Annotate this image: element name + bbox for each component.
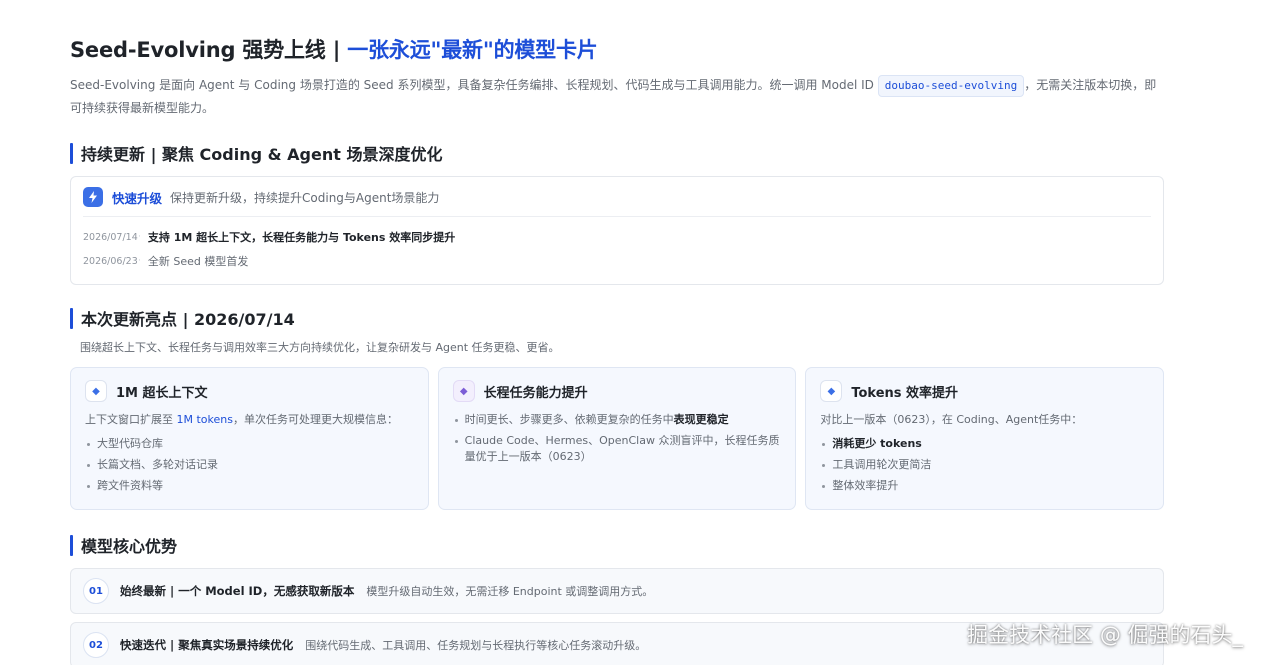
log-row: 2026/07/14 · 支持 1M 超长上下文，长程任务能力与 Tokens …: [83, 225, 1151, 249]
page-title: Seed-Evolving 强势上线 | 一张永远"最新"的模型卡片: [70, 34, 1164, 64]
list-item: 长篇文档、多轮对话记录: [85, 457, 414, 473]
highlights-heading: 本次更新亮点 | 2026/07/14: [70, 306, 1164, 330]
diamond-icon: ◆: [85, 380, 107, 402]
advantage-number: 01: [83, 578, 109, 604]
highlight-card-tokens: ◆ Tokens 效率提升 对比上一版本（0623），在 Coding、Agen…: [805, 367, 1165, 510]
update-card: 快速升级 保持更新升级，持续提升Coding与Agent场景能力 2026/07…: [70, 176, 1164, 285]
advantages-heading-text: 模型核心优势: [81, 537, 178, 556]
highlight-card-header: ◆ 1M 超长上下文: [85, 380, 414, 402]
highlights-grid: ◆ 1M 超长上下文 上下文窗口扩展至 1M tokens，单次任务可处理更大规…: [70, 367, 1165, 510]
page-content: Seed-Evolving 强势上线 | 一张永远"最新"的模型卡片 Seed-…: [70, 34, 1165, 665]
item-text: 时间更长、步骤更多、依赖更复杂的任务中: [464, 413, 674, 426]
highlight-card-list: 消耗更少 tokens 工具调用轮次更简洁 整体效率提升: [820, 436, 1149, 494]
updates-heading: 持续更新 | 聚焦 Coding & Agent 场景深度优化: [70, 141, 1164, 165]
lightning-bolt-icon: [83, 187, 103, 207]
advantage-desc: 模型升级自动生效，无需迁移 Endpoint 或调整调用方式。: [366, 585, 654, 598]
update-log: 2026/07/14 · 支持 1M 超长上下文，长程任务能力与 Tokens …: [83, 225, 1151, 273]
intro-paragraph: Seed-Evolving 是面向 Agent 与 Coding 场景打造的 S…: [70, 74, 1164, 120]
updates-heading-text: 持续更新 | 聚焦 Coding & Agent 场景深度优化: [81, 145, 443, 164]
highlight-card-long-task: ◆ 长程任务能力提升 时间更长、步骤更多、依赖更复杂的任务中表现更稳定 Clau…: [437, 367, 797, 510]
highlight-card-title: 1M 超长上下文: [116, 385, 208, 401]
intro-text-before: Seed-Evolving 是面向 Agent 与 Coding 场景打造的 S…: [70, 78, 878, 92]
advantage-desc: 围绕代码生成、工具调用、任务规划与长程执行等核心任务滚动升级。: [305, 639, 647, 652]
advantage-item: 01 始终最新 | 一个 Model ID，无感获取新版本 模型升级自动生效，无…: [70, 568, 1164, 614]
log-separator: ·: [138, 256, 141, 266]
advantage-title: 始终最新 | 一个 Model ID，无感获取新版本: [120, 584, 355, 598]
diamond-icon: ◆: [452, 380, 475, 402]
diamond-icon: ◆: [820, 380, 843, 402]
item-bold: 消耗更少 tokens: [832, 437, 922, 450]
highlight-card-title: 长程任务能力提升: [483, 385, 588, 401]
page-title-main: Seed-Evolving 强势上线 |: [70, 38, 348, 62]
desc-text: ，单次任务可处理更大规模信息：: [232, 413, 398, 426]
list-item: 整体效率提升: [820, 478, 1149, 494]
desc-highlight: 1M tokens: [176, 413, 233, 426]
update-card-title: 快速升级: [112, 190, 163, 206]
highlight-card-title: Tokens 效率提升: [851, 385, 959, 401]
list-item: 时间更长、步骤更多、依赖更复杂的任务中表现更稳定: [453, 412, 782, 428]
highlight-card-header: ◆ Tokens 效率提升: [820, 380, 1149, 402]
log-date: 2026/07/14: [83, 231, 138, 243]
update-card-header: 快速升级 保持更新升级，持续提升Coding与Agent场景能力: [83, 187, 1151, 217]
highlights-heading-text: 本次更新亮点 | 2026/07/14: [81, 310, 295, 329]
advantage-title: 快速迭代 | 聚焦真实场景持续优化: [120, 638, 294, 652]
highlight-card-context: ◆ 1M 超长上下文 上下文窗口扩展至 1M tokens，单次任务可处理更大规…: [70, 367, 429, 510]
highlight-card-header: ◆ 长程任务能力提升: [452, 380, 782, 402]
heading-accent-bar: [70, 534, 73, 556]
list-item: 跨文件资料等: [85, 478, 414, 494]
highlight-card-desc: 上下文窗口扩展至 1M tokens，单次任务可处理更大规模信息：: [85, 412, 414, 428]
heading-accent-bar: [70, 307, 73, 329]
log-text: 支持 1M 超长上下文，长程任务能力与 Tokens 效率同步提升: [147, 231, 456, 244]
highlight-card-list: 时间更长、步骤更多、依赖更复杂的任务中表现更稳定 Claude Code、Her…: [453, 412, 782, 465]
model-id-code: doubao-seed-evolving: [877, 75, 1025, 97]
log-row: 2026/06/23 · 全新 Seed 模型首发: [83, 249, 1151, 273]
list-item: 消耗更少 tokens: [820, 436, 1149, 452]
advantages-heading: 模型核心优势: [70, 533, 1164, 557]
heading-accent-bar: [70, 142, 73, 164]
list-item: 大型代码仓库: [85, 436, 414, 452]
list-item: 工具调用轮次更简洁: [820, 457, 1149, 473]
item-bold: 表现更稳定: [673, 413, 729, 426]
list-item: Claude Code、Hermes、OpenClaw 众测盲评中，长程任务质量…: [453, 433, 782, 465]
highlights-subtitle: 围绕超长上下文、长程任务与调用效率三大方向持续优化，让复杂研发与 Agent 任…: [80, 341, 560, 354]
highlight-card-desc: 对比上一版本（0623），在 Coding、Agent任务中：: [820, 413, 1083, 426]
log-text: 全新 Seed 模型首发: [147, 255, 249, 268]
desc-text: 上下文窗口扩展至: [85, 413, 177, 426]
watermark: 掘金技术社区 @ 倔强的石头_: [967, 623, 1243, 647]
page-title-accent: 一张永远"最新"的模型卡片: [347, 38, 598, 62]
log-separator: ·: [138, 232, 141, 242]
advantage-number: 02: [83, 632, 109, 658]
highlight-card-list: 大型代码仓库 长篇文档、多轮对话记录 跨文件资料等: [85, 436, 414, 494]
log-date: 2026/06/23: [83, 255, 138, 267]
update-card-desc: 保持更新升级，持续提升Coding与Agent场景能力: [170, 190, 440, 205]
